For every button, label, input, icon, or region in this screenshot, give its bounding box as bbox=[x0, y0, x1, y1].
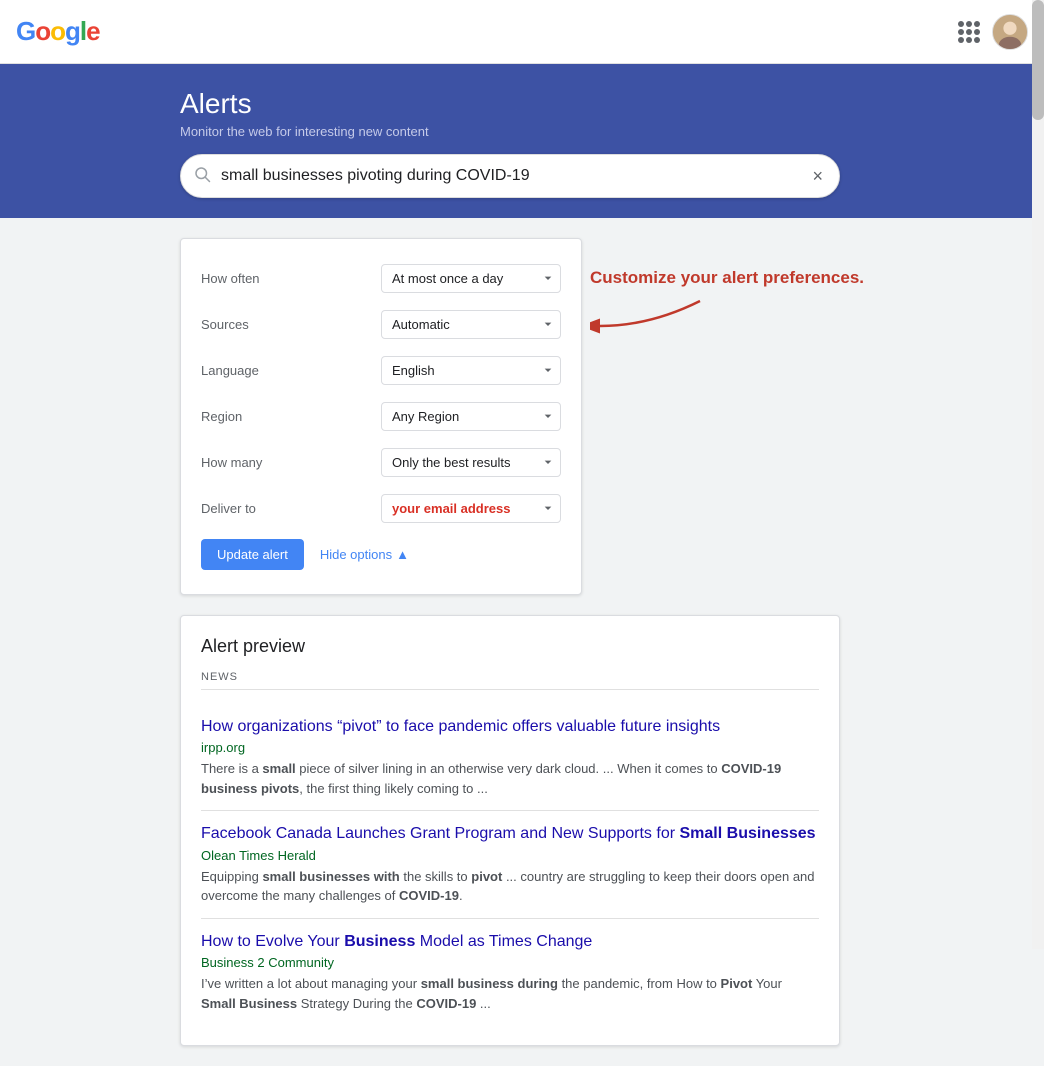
region-select[interactable]: Any Region United States Canada United K… bbox=[381, 402, 561, 431]
scrollbar-thumb[interactable] bbox=[1032, 0, 1044, 120]
sources-row: Sources Automatic News Blogs Web Video B… bbox=[181, 301, 581, 347]
sources-select[interactable]: Automatic News Blogs Web Video Books Dis… bbox=[381, 310, 561, 339]
how-many-select[interactable]: Only the best results All results bbox=[381, 448, 561, 477]
header-right bbox=[958, 14, 1028, 50]
how-often-row: How often As-it-happens At most once a d… bbox=[181, 255, 581, 301]
avatar[interactable] bbox=[992, 14, 1028, 50]
blue-banner: Alerts Monitor the web for interesting n… bbox=[0, 64, 1044, 154]
hide-options-label: Hide options bbox=[320, 547, 392, 562]
page-title: Alerts bbox=[180, 88, 1044, 120]
clear-search-button[interactable]: × bbox=[808, 162, 827, 191]
news-label: NEWS bbox=[201, 671, 819, 690]
update-alert-button[interactable]: Update alert bbox=[201, 539, 304, 570]
hide-options-icon: ▲ bbox=[396, 547, 409, 562]
annotation-area: Customize your alert preferences. bbox=[590, 268, 864, 361]
how-many-row: How many Only the best results All resul… bbox=[181, 439, 581, 485]
news-snippet: I’ve written a lot about managing your s… bbox=[201, 974, 819, 1013]
news-source: irpp.org bbox=[201, 740, 819, 755]
news-source: Olean Times Herald bbox=[201, 848, 819, 863]
settings-card: How often As-it-happens At most once a d… bbox=[180, 238, 582, 595]
annotation-arrow bbox=[590, 296, 710, 356]
region-label: Region bbox=[201, 409, 381, 424]
avatar-image bbox=[993, 14, 1027, 50]
search-bar: × bbox=[180, 154, 840, 198]
how-many-label: How many bbox=[201, 455, 381, 470]
news-snippet: Equipping small businesses with the skil… bbox=[201, 867, 819, 906]
how-often-select[interactable]: As-it-happens At most once a day At most… bbox=[381, 264, 561, 293]
language-select[interactable]: Any Language English Spanish French bbox=[381, 356, 561, 385]
page-subtitle: Monitor the web for interesting new cont… bbox=[180, 124, 1044, 139]
header: Google bbox=[0, 0, 1044, 64]
news-item: How organizations “pivot” to face pandem… bbox=[201, 704, 819, 811]
deliver-to-select[interactable]: your email address bbox=[381, 494, 561, 523]
preview-title: Alert preview bbox=[201, 636, 819, 657]
language-label: Language bbox=[201, 363, 381, 378]
news-source: Business 2 Community bbox=[201, 955, 819, 970]
preview-card: Alert preview NEWS How organizations “pi… bbox=[180, 615, 840, 1046]
news-item: Facebook Canada Launches Grant Program a… bbox=[201, 811, 819, 918]
google-logo[interactable]: Google bbox=[16, 16, 100, 47]
news-snippet: There is a small piece of silver lining … bbox=[201, 759, 819, 798]
deliver-to-label: Deliver to bbox=[201, 501, 381, 516]
buttons-row: Update alert Hide options ▲ bbox=[181, 531, 581, 578]
scrollbar-track[interactable] bbox=[1032, 0, 1044, 949]
customize-text: Customize your alert preferences. bbox=[590, 268, 864, 288]
region-row: Region Any Region United States Canada U… bbox=[181, 393, 581, 439]
search-icon bbox=[193, 165, 211, 188]
language-row: Language Any Language English Spanish Fr… bbox=[181, 347, 581, 393]
search-input[interactable] bbox=[221, 167, 808, 185]
settings-area: How often As-it-happens At most once a d… bbox=[180, 238, 864, 615]
news-link[interactable]: Facebook Canada Launches Grant Program a… bbox=[201, 823, 819, 845]
news-item: How to Evolve Your Business Model as Tim… bbox=[201, 919, 819, 1025]
search-bar-wrapper: × bbox=[0, 154, 1044, 218]
apps-icon[interactable] bbox=[958, 21, 980, 43]
hide-options-link[interactable]: Hide options ▲ bbox=[320, 547, 409, 562]
main-content: How often As-it-happens At most once a d… bbox=[0, 218, 1044, 1066]
sources-label: Sources bbox=[201, 317, 381, 332]
news-link[interactable]: How to Evolve Your Business Model as Tim… bbox=[201, 931, 819, 953]
news-link[interactable]: How organizations “pivot” to face pandem… bbox=[201, 716, 819, 738]
how-often-label: How often bbox=[201, 271, 381, 286]
header-left: Google bbox=[16, 16, 100, 47]
deliver-to-row: Deliver to your email address bbox=[181, 485, 581, 531]
